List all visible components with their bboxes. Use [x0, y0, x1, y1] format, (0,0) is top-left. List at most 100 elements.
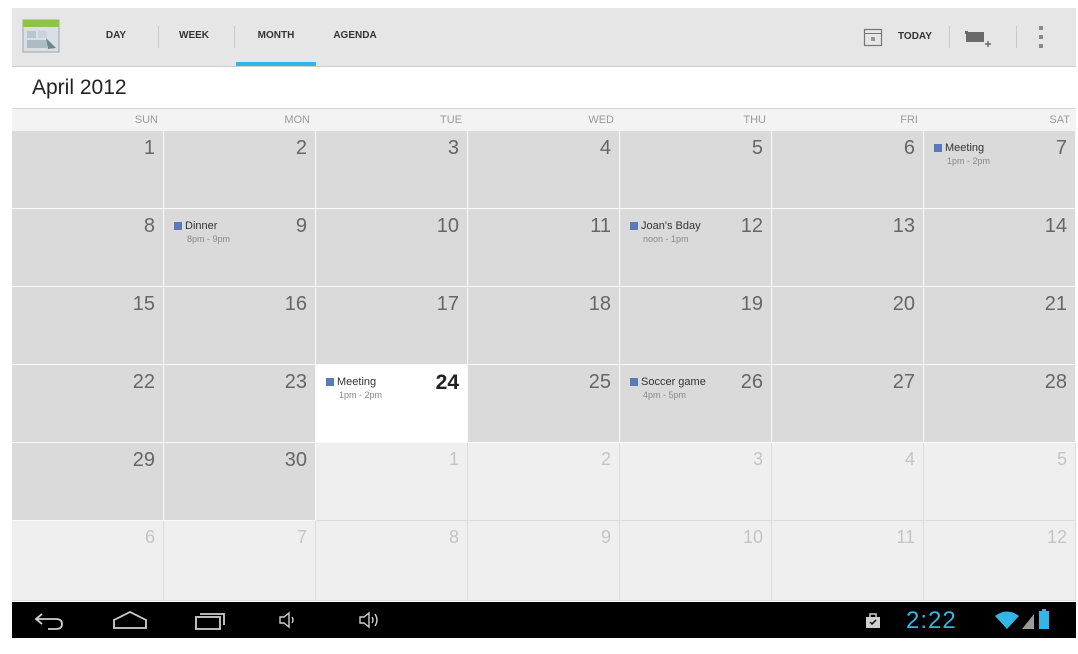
day-cell[interactable]: 3 — [620, 443, 772, 521]
day-number: 21 — [1044, 293, 1067, 315]
weekday-label: WED — [588, 114, 614, 126]
day-cell[interactable]: 25 — [468, 365, 620, 443]
day-cell[interactable]: 30 — [164, 443, 316, 521]
day-cell[interactable]: 22 — [12, 365, 164, 443]
home-icon[interactable] — [110, 608, 150, 632]
event-color-marker — [934, 144, 942, 152]
day-number: 1 — [143, 137, 155, 159]
day-number: 3 — [752, 449, 763, 469]
signal-icon — [1022, 614, 1034, 629]
day-cell[interactable]: 5 — [620, 131, 772, 209]
tab-week[interactable]: WEEK — [168, 8, 220, 66]
day-number: 23 — [284, 371, 307, 393]
day-cell[interactable]: 11 — [772, 521, 924, 601]
volume-up-icon[interactable] — [356, 608, 386, 632]
volume-down-icon[interactable] — [276, 608, 300, 632]
day-cell[interactable]: 20 — [772, 287, 924, 365]
day-number: 20 — [892, 293, 915, 315]
day-cell[interactable]: 17 — [316, 287, 468, 365]
day-number: 2 — [295, 137, 307, 159]
day-cell[interactable]: 9 — [468, 521, 620, 601]
day-number: 11 — [590, 215, 611, 237]
weekday-header: SUN MON TUE WED THU FRI SAT — [12, 108, 1076, 132]
day-cell[interactable]: 14 — [924, 209, 1076, 287]
event-title: Joan's Bday — [641, 220, 701, 232]
day-number: 11 — [896, 527, 915, 547]
day-cell[interactable]: 6 — [772, 131, 924, 209]
day-number: 6 — [144, 527, 155, 547]
today-button[interactable]: TODAY — [898, 8, 932, 66]
day-cell[interactable]: 12 — [924, 521, 1076, 601]
day-cell[interactable]: 26 Soccer game 4pm - 5pm — [620, 365, 772, 443]
day-cell[interactable]: 10 — [620, 521, 772, 601]
day-cell[interactable]: 8 — [316, 521, 468, 601]
event-color-marker — [630, 378, 638, 386]
day-number: 17 — [436, 293, 459, 315]
weekday-label: TUE — [440, 114, 462, 126]
day-cell[interactable]: 23 — [164, 365, 316, 443]
day-cell[interactable]: 1 — [12, 131, 164, 209]
event-title: Dinner — [185, 220, 218, 232]
day-cell[interactable]: 27 — [772, 365, 924, 443]
event-color-marker — [174, 222, 182, 230]
new-event-icon[interactable] — [963, 26, 993, 50]
day-cell[interactable]: 4 — [468, 131, 620, 209]
calendar-today-icon[interactable] — [863, 27, 883, 47]
day-cell[interactable]: 8 — [12, 209, 164, 287]
day-number: 12 — [1046, 527, 1067, 547]
event-time: 1pm - 2pm — [947, 156, 991, 166]
weekday-label: MON — [284, 114, 310, 126]
event-color-marker — [326, 378, 334, 386]
day-cell[interactable]: 2 — [468, 443, 620, 521]
overflow-menu-icon[interactable] — [1036, 24, 1046, 50]
event-title: Meeting — [945, 142, 985, 154]
day-cell[interactable]: 11 — [468, 209, 620, 287]
day-number: 8 — [143, 215, 155, 237]
day-cell[interactable]: 7 Meeting 1pm - 2pm — [924, 131, 1076, 209]
event-time: noon - 1pm — [643, 234, 689, 244]
day-number: 18 — [588, 293, 611, 315]
day-cell[interactable]: 1 — [316, 443, 468, 521]
day-cell[interactable]: 28 — [924, 365, 1076, 443]
day-cell[interactable]: 5 — [924, 443, 1076, 521]
day-cell-today[interactable]: 24 Meeting 1pm - 2pm — [316, 365, 468, 443]
day-cell[interactable]: 19 — [620, 287, 772, 365]
tab-day[interactable]: DAY — [90, 8, 142, 66]
day-cell[interactable]: 13 — [772, 209, 924, 287]
tab-separator — [234, 26, 235, 48]
day-number: 9 — [600, 527, 611, 547]
recent-apps-icon[interactable] — [192, 608, 228, 632]
day-cell[interactable]: 12 Joan's Bday noon - 1pm — [620, 209, 772, 287]
day-number: 3 — [447, 137, 459, 159]
day-cell[interactable]: 16 — [164, 287, 316, 365]
weekday-label: THU — [743, 114, 766, 126]
day-cell[interactable]: 9 Dinner 8pm - 9pm — [164, 209, 316, 287]
day-number: 15 — [132, 293, 155, 315]
day-cell[interactable]: 6 — [12, 521, 164, 601]
day-cell[interactable]: 18 — [468, 287, 620, 365]
action-bar: DAY WEEK MONTH AGENDA TODAY — [12, 8, 1076, 67]
day-cell[interactable]: 29 — [12, 443, 164, 521]
day-cell[interactable]: 10 — [316, 209, 468, 287]
day-cell[interactable]: 7 — [164, 521, 316, 601]
day-cell[interactable]: 4 — [772, 443, 924, 521]
day-number: 10 — [742, 527, 763, 547]
wifi-icon — [995, 611, 1019, 629]
day-number: 29 — [132, 449, 155, 471]
day-number: 2 — [600, 449, 611, 469]
event-title: Soccer game — [641, 376, 706, 388]
back-icon[interactable] — [32, 608, 66, 632]
tab-month[interactable]: MONTH — [236, 8, 316, 66]
day-number: 24 — [435, 371, 459, 394]
tab-agenda[interactable]: AGENDA — [324, 8, 386, 66]
day-cell[interactable]: 21 — [924, 287, 1076, 365]
day-number: 22 — [132, 371, 155, 393]
day-cell[interactable]: 15 — [12, 287, 164, 365]
day-cell[interactable]: 2 — [164, 131, 316, 209]
calendar-app-icon[interactable] — [22, 18, 60, 54]
day-number: 27 — [892, 371, 915, 393]
day-number: 4 — [599, 137, 611, 159]
battery-icon — [1039, 609, 1049, 629]
day-cell[interactable]: 3 — [316, 131, 468, 209]
event-time: 8pm - 9pm — [187, 234, 231, 244]
